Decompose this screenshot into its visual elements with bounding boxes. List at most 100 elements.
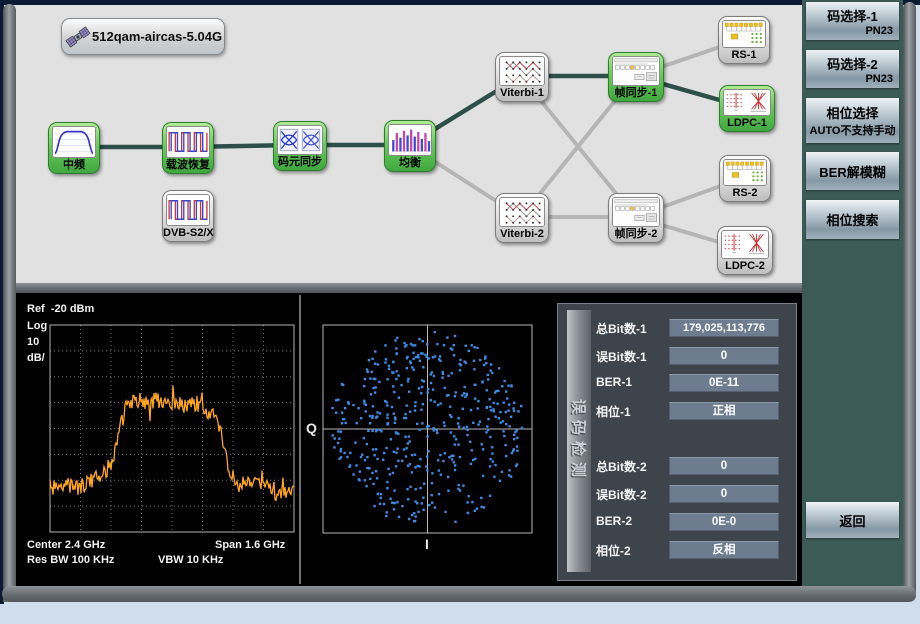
sidebar-button-label: BER解模糊	[806, 162, 899, 181]
bars-icon	[388, 124, 432, 156]
ber-value-5: 0	[669, 485, 779, 503]
flow-block-label: RS-2	[720, 186, 770, 201]
flow-block-zaibo[interactable]: 载波恢复	[162, 122, 214, 174]
sidebar-button-label: 码选择-2	[806, 54, 899, 73]
demodulator-app-window: 中频 载波恢复 码元同步 均衡 DVB-S2/X Viterbi-1 Viterbi-2 帧同…	[0, 0, 920, 624]
spectrum-ref-label: Ref -20 dBm	[27, 303, 94, 315]
trellis-icon	[499, 197, 545, 227]
rs-icon	[722, 20, 766, 48]
ber-row-4: 总Bit数-2 0	[596, 457, 792, 475]
flow-block-label: 帧同步-1	[609, 86, 663, 101]
flow-block-label: Viterbi-1	[496, 86, 548, 101]
ber-row-label: 误Bit数-2	[596, 486, 647, 503]
ber-row-3: 相位-1 正相	[596, 402, 792, 420]
sidebar-button-sublabel: PN23	[806, 25, 899, 37]
sidebar-button-label: 相位选择	[806, 103, 899, 122]
flow-block-viterbi1[interactable]: Viterbi-1	[495, 52, 549, 102]
flow-block-label: 均衡	[385, 156, 435, 171]
flow-block-label: 载波恢复	[163, 158, 213, 173]
window-left-pipe	[3, 4, 16, 602]
sidebar-button-1[interactable]: 码选择-1PN23	[806, 2, 899, 40]
ber-row-2: BER-1 0E-11	[596, 374, 792, 392]
back-button[interactable]: 返回	[806, 502, 899, 538]
ber-row-6: BER-2 0E-0	[596, 513, 792, 531]
ber-row-5: 误Bit数-2 0	[596, 485, 792, 503]
ldpc-icon	[721, 230, 769, 259]
ber-row-label: BER-2	[596, 514, 632, 528]
spectrum-center-label: Center 2.4 GHz	[27, 539, 105, 551]
flow-block-rs1[interactable]: RS-1	[718, 16, 770, 64]
ber-row-label: BER-1	[596, 375, 632, 389]
wave-icon	[166, 194, 210, 226]
flow-block-label: LDPC-2	[718, 259, 772, 274]
flow-block-rs2[interactable]: RS-2	[719, 155, 771, 202]
flow-block-label: 中频	[49, 158, 99, 173]
ber-row-label: 误Bit数-1	[596, 348, 647, 365]
flow-block-label: DVB-S2/X	[163, 226, 213, 241]
flow-block-dvb[interactable]: DVB-S2/X	[162, 190, 214, 242]
flow-block-zhen1[interactable]: 帧同步-1	[608, 52, 664, 102]
ber-row-1: 误Bit数-1 0	[596, 347, 792, 365]
flow-block-label: RS-1	[719, 48, 769, 63]
sidebar-button-4[interactable]: BER解模糊	[806, 152, 899, 190]
flow-block-mayuan[interactable]: 码元同步	[273, 121, 327, 171]
window-bottom-pipe	[2, 586, 916, 602]
ber-row-label: 总Bit数-2	[596, 458, 647, 475]
trellis-icon	[499, 56, 545, 86]
constellation-q-axis-label: Q	[306, 420, 317, 436]
signal-title-label: 512qam-aircas-5.04G	[92, 29, 222, 44]
ber-value-6: 0E-0	[669, 513, 779, 531]
flow-block-zhen2[interactable]: 帧同步-2	[608, 193, 664, 243]
flow-block-label: Viterbi-2	[496, 227, 548, 242]
frame-icon	[612, 197, 660, 227]
flow-block-label: 码元同步	[274, 155, 326, 170]
spectrum-per-label: dB/	[27, 352, 45, 364]
flow-diagram-area: 中频 载波恢复 码元同步 均衡 DVB-S2/X Viterbi-1 Viterbi-2 帧同…	[16, 5, 802, 283]
rs-icon	[723, 159, 767, 186]
spectrum-vbw-label: VBW 10 KHz	[158, 554, 223, 566]
horizontal-divider-pipe	[16, 283, 802, 293]
ber-row-label: 总Bit数-1	[596, 320, 647, 337]
flow-block-junheng[interactable]: 均衡	[384, 120, 436, 172]
spectrum-span-label: Span 1.6 GHz	[215, 539, 285, 551]
ber-panel-vertical-title: 误码检测	[567, 310, 591, 572]
ber-panel: 误码检测 总Bit数-1 179,025,113,776 误Bit数-1 0 BER-1…	[557, 303, 797, 581]
flow-block-label: LDPC-1	[720, 116, 774, 131]
ber-row-0: 总Bit数-1 179,025,113,776	[596, 319, 792, 337]
sidebar-menu: 码选择-1PN23码选择-2PN23相位选择AUTO不支持手动BER解模糊相位搜…	[802, 0, 903, 586]
sidebar-button-label: 码选择-1	[806, 6, 899, 25]
sidebar-button-3[interactable]: 相位选择AUTO不支持手动	[806, 98, 899, 143]
ber-row-7: 相位-2反相	[596, 541, 792, 559]
sidebar-button-5[interactable]: 相位搜索	[806, 200, 899, 239]
back-button-label: 返回	[806, 511, 899, 530]
flow-block-ldpc1[interactable]: LDPC-1	[719, 85, 775, 132]
spectrum-scale-value: 10	[27, 336, 39, 348]
spectrum-icon	[52, 126, 96, 158]
eye-icon	[277, 125, 323, 155]
sidebar-button-2[interactable]: 码选择-2PN23	[806, 50, 899, 88]
signal-title-button[interactable]: 512qam-aircas-5.04G	[61, 18, 225, 55]
sidebar-button-sublabel: PN23	[806, 73, 899, 85]
flow-block-ldpc2[interactable]: LDPC-2	[717, 226, 773, 275]
ber-value-3: 正相	[669, 402, 779, 420]
spectrum-rbw-label: Res BW 100 KHz	[27, 554, 114, 566]
satellite-icon	[65, 24, 91, 50]
spectrum-log-label: Log	[27, 320, 47, 332]
flow-block-label: 帧同步-2	[609, 227, 663, 242]
ber-value-4: 0	[669, 457, 779, 475]
window-right-pipe	[903, 2, 916, 602]
constellation-i-axis-label: I	[425, 536, 429, 552]
flow-block-viterbi2[interactable]: Viterbi-2	[495, 193, 549, 243]
frame-icon	[612, 56, 660, 86]
ber-value-2: 0E-11	[669, 374, 779, 392]
ber-value-0: 179,025,113,776	[669, 319, 779, 337]
ldpc-icon	[723, 89, 771, 116]
wave-icon	[166, 126, 210, 158]
sidebar-button-label: 相位搜索	[806, 210, 899, 229]
ber-value-1: 0	[669, 347, 779, 365]
constellation-display	[301, 293, 545, 586]
ber-row-label: 相位-1	[596, 403, 631, 420]
flow-block-zhongpin[interactable]: 中频	[48, 122, 100, 174]
sidebar-button-sublabel: AUTO不支持手动	[806, 122, 899, 138]
ber-row-label: 相位-2	[596, 542, 631, 559]
